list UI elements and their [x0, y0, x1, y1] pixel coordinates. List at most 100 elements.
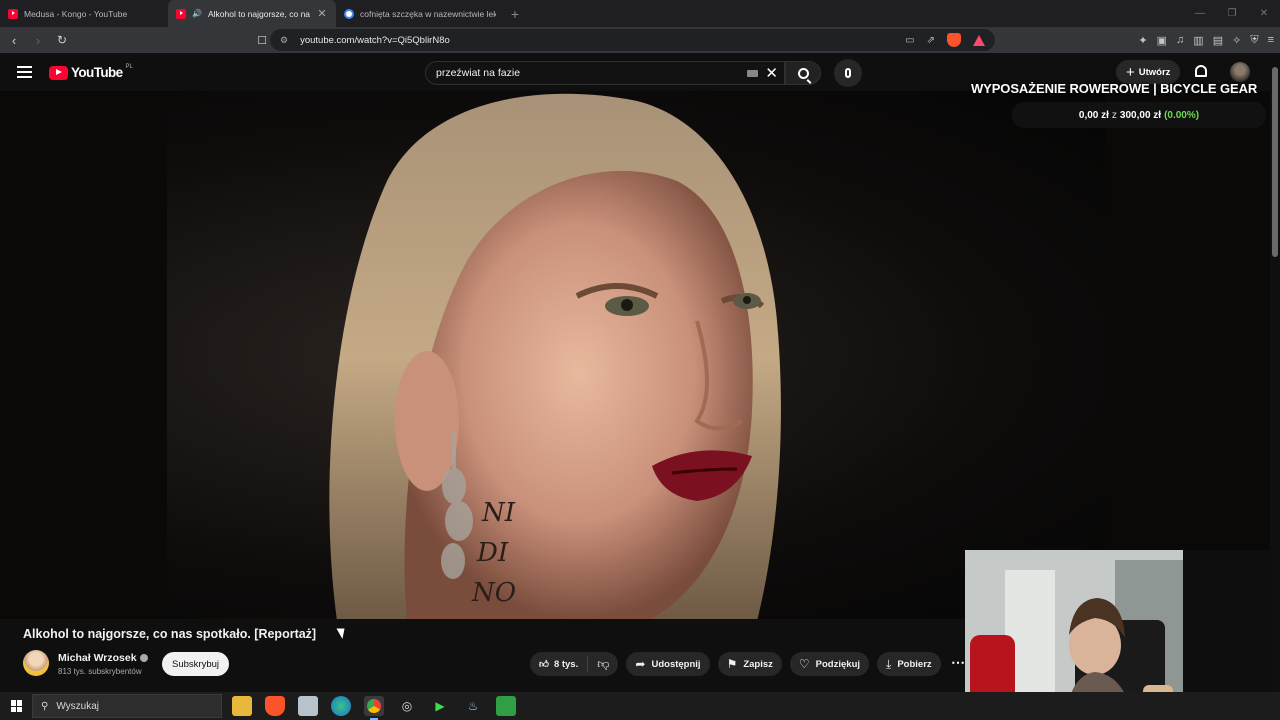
media-icon[interactable]: ♫: [1176, 34, 1184, 46]
browser-tab[interactable]: Medusa - Kongo - YouTube: [0, 0, 168, 27]
video-actions: 👍︎ 8 tys. 👎︎ ➦ Udostępnij ⚑ Zapisz ♡ Pod…: [530, 652, 941, 676]
vpn-icon[interactable]: ⛨: [1250, 34, 1258, 47]
notifications-bell-icon[interactable]: [1195, 65, 1207, 77]
minimize-icon[interactable]: —: [1184, 0, 1216, 27]
youtube-play-icon: [49, 65, 68, 80]
brave-browser-icon[interactable]: [265, 696, 285, 716]
site-settings-icon[interactable]: ⚙: [280, 35, 288, 46]
video-frame-woman-face: NI DI NO: [329, 93, 781, 619]
channel-name-row[interactable]: Michał Wrzosek: [58, 652, 148, 664]
taskbar-apps: ◎ ▶ ♨: [232, 696, 516, 720]
thanks-button[interactable]: ♡ Podziękuj: [789, 652, 870, 676]
subscribe-button[interactable]: Subskrybuj: [162, 652, 229, 676]
screen: Medusa - Kongo - YouTube 🔊 Alkohol to na…: [0, 0, 1280, 720]
youtube-logo[interactable]: YouTube PL: [49, 64, 133, 80]
thumbs-down-icon: 👎︎: [597, 656, 610, 671]
youtube-icon: [8, 8, 18, 19]
search-icon: ⚲: [41, 700, 49, 712]
hamburger-menu-icon[interactable]: [17, 66, 32, 78]
share-icon[interactable]: ⇗: [927, 35, 935, 46]
reload-icon[interactable]: ↻: [52, 33, 72, 47]
brave-shield-icon[interactable]: [947, 33, 961, 47]
channel-name: Michał Wrzosek: [58, 652, 137, 664]
mouse-cursor: [336, 625, 349, 639]
extension-icons: ✦ ▣ ♫ ▥ ▤ ✧ ⛨ ≡: [1138, 27, 1274, 53]
obs-icon[interactable]: ◎: [397, 696, 417, 716]
windows-start-icon[interactable]: [11, 700, 23, 712]
menu-icon[interactable]: ≡: [1268, 34, 1274, 46]
maximize-icon[interactable]: ❐: [1216, 0, 1248, 27]
goal-current: 0,00 zł: [1078, 109, 1109, 121]
bookmark-icon[interactable]: ☐: [252, 34, 272, 47]
like-button[interactable]: 👍︎ 8 tys.: [530, 656, 589, 672]
app-icon[interactable]: [496, 696, 516, 716]
download-label: Pobierz: [897, 658, 932, 670]
browser-tab-strip: Medusa - Kongo - YouTube 🔊 Alkohol to na…: [0, 0, 1280, 27]
taskbar-search-label: Wyszukaj: [56, 700, 100, 712]
search-input[interactable]: przeźwiat na fazie ✕: [425, 61, 785, 85]
brave-rewards-icon[interactable]: [973, 34, 985, 46]
svg-text:NO: NO: [471, 578, 516, 608]
cast-icon[interactable]: ▭: [905, 35, 914, 46]
window-controls: — ❐ ✕: [1184, 0, 1280, 27]
tab-title: cofnięta szczęka w nazewnictwie leka: [360, 8, 496, 19]
tab-title: Medusa - Kongo - YouTube: [24, 8, 128, 19]
new-tab-button[interactable]: +: [504, 0, 526, 27]
video-player[interactable]: NI DI NO: [167, 91, 1105, 619]
windows-taskbar: ⚲ Wyszukaj ◎ ▶ ♨: [0, 692, 1280, 720]
clear-search-icon[interactable]: ✕: [765, 64, 778, 82]
voice-search-button[interactable]: [834, 59, 862, 87]
download-button[interactable]: ⤓ Pobierz: [877, 652, 941, 676]
account-avatar[interactable]: [1230, 62, 1250, 82]
goal-separator: z: [1111, 109, 1117, 121]
video-title: Alkohol to najgorsze, co nas spotkało. […: [23, 627, 317, 641]
taskbar-search[interactable]: ⚲ Wyszukaj: [32, 694, 222, 718]
forward-icon[interactable]: ›: [28, 33, 48, 48]
play-app-icon[interactable]: ▶: [430, 696, 450, 716]
close-tab-icon[interactable]: ✕: [316, 7, 328, 20]
back-icon[interactable]: ‹: [4, 33, 24, 48]
svg-text:NI: NI: [481, 498, 516, 528]
search-icon: [797, 67, 809, 79]
address-bar[interactable]: ⚙ youtube.com/watch?v=Qi5QblirN8o ▭ ⇗: [270, 29, 995, 51]
browser-tab-active[interactable]: 🔊 Alkohol to najgorsze, co nas ✕: [168, 0, 336, 27]
channel-subscribers: 813 tys. subskrybentów: [58, 667, 142, 676]
close-window-icon[interactable]: ✕: [1248, 0, 1280, 27]
chrome-icon[interactable]: [364, 696, 384, 720]
download-icon: ⤓: [886, 656, 892, 671]
extensions-icon[interactable]: ✦: [1138, 34, 1147, 47]
page-scrollbar[interactable]: [1270, 53, 1280, 690]
omnibox-icons: ▭ ⇗: [905, 33, 985, 47]
bookmark-save-icon: ⚑: [726, 657, 738, 671]
speaker-icon[interactable]: 🔊: [192, 9, 202, 18]
browser-toolbar: ‹ › ↻ ☐ ⚙ youtube.com/watch?v=Qi5QblirN8…: [0, 27, 1280, 53]
leo-icon[interactable]: ✧: [1232, 34, 1241, 47]
store-icon[interactable]: [298, 696, 318, 716]
tab-title: Alkohol to najgorsze, co nas: [207, 8, 310, 19]
stream-overlay-dark-area: [1183, 550, 1270, 690]
save-button[interactable]: ⚑ Zapisz: [717, 652, 782, 676]
url-text: youtube.com/watch?v=Qi5QblirN8o: [300, 34, 450, 46]
steam-icon[interactable]: ♨: [463, 696, 483, 716]
file-explorer-icon[interactable]: [232, 696, 252, 716]
sidebar-icon[interactable]: ▥: [1193, 34, 1203, 47]
plus-icon: +: [1126, 63, 1135, 81]
share-arrow-icon: ➦: [635, 657, 646, 671]
share-label: Udostępnij: [651, 658, 701, 670]
wallet-icon[interactable]: ▤: [1213, 34, 1223, 47]
verified-icon: [139, 654, 148, 663]
dislike-button[interactable]: 👎︎: [588, 657, 618, 672]
channel-avatar[interactable]: [23, 650, 49, 676]
youtube-wordmark: YouTube: [71, 65, 123, 80]
edge-icon[interactable]: [331, 696, 351, 716]
thanks-label: Podziękuj: [815, 658, 861, 670]
donation-goal-title: WYPOSAŻENIE ROWEROWE | BICYCLE GEAR: [971, 81, 1258, 96]
browser-tab[interactable]: cofnięta szczęka w nazewnictwie leka: [336, 0, 504, 27]
tab-search-icon[interactable]: ▣: [1157, 34, 1167, 47]
svg-text:DI: DI: [476, 538, 509, 568]
keyboard-icon[interactable]: [747, 70, 758, 77]
search-button[interactable]: [785, 61, 821, 85]
share-button[interactable]: ➦ Udostępnij: [626, 652, 710, 676]
scrollbar-thumb[interactable]: [1272, 67, 1278, 257]
goal-percent: (0.00%): [1164, 109, 1200, 121]
